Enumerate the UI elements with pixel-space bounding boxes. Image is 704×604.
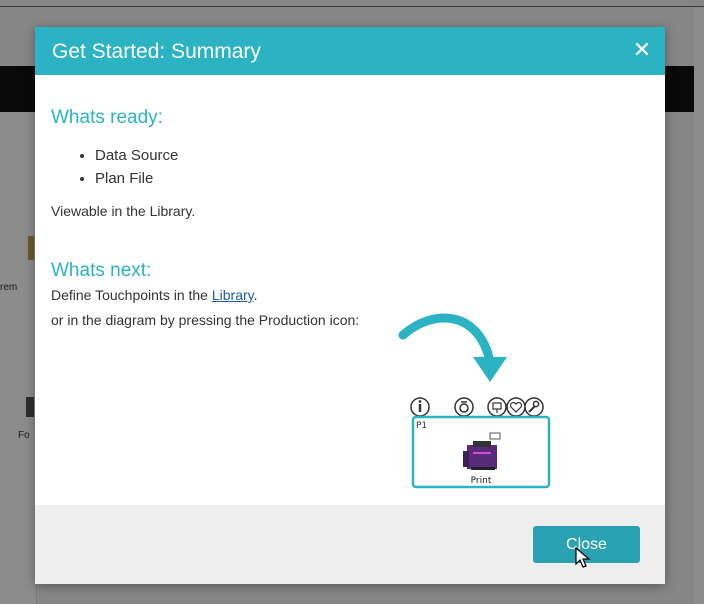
arrow-head-icon [473,357,507,382]
list-item: Plan File [95,167,178,190]
get-started-dialog: Get Started: Summary ✕ Whats ready: Data… [35,27,665,584]
arrow-icon [398,313,495,367]
heart-icon [506,397,526,417]
list-item: Data Source [95,144,178,167]
whats-ready-heading: Whats ready: [51,107,163,128]
library-note: Viewable in the Library. [51,203,196,219]
dialog-title: Get Started: Summary [52,40,261,63]
node-id: P1 [416,421,427,431]
close-icon[interactable]: ✕ [629,37,655,63]
whats-next-heading: Whats next: [51,260,152,281]
ready-list: Data Source Plan File [75,144,178,190]
production-icon [454,397,474,417]
library-link[interactable]: Library [212,287,254,303]
dialog-footer: Close [35,505,665,584]
define-touchpoints-text: Define Touchpoints in the Library. [51,287,258,303]
mouse-cursor-icon [575,546,591,568]
wrench-icon [524,397,544,417]
define-text-prefix: Define Touchpoints in the [51,287,212,303]
define-text-suffix: . [253,287,258,303]
dialog-header: Get Started: Summary ✕ [35,27,665,75]
info-icon [410,397,430,417]
production-icon-text: or in the diagram by pressing the Produc… [51,312,360,328]
production-illustration: P1 Print [398,313,551,489]
node-label: Print [471,476,492,486]
touchpoint-icon [487,397,507,417]
